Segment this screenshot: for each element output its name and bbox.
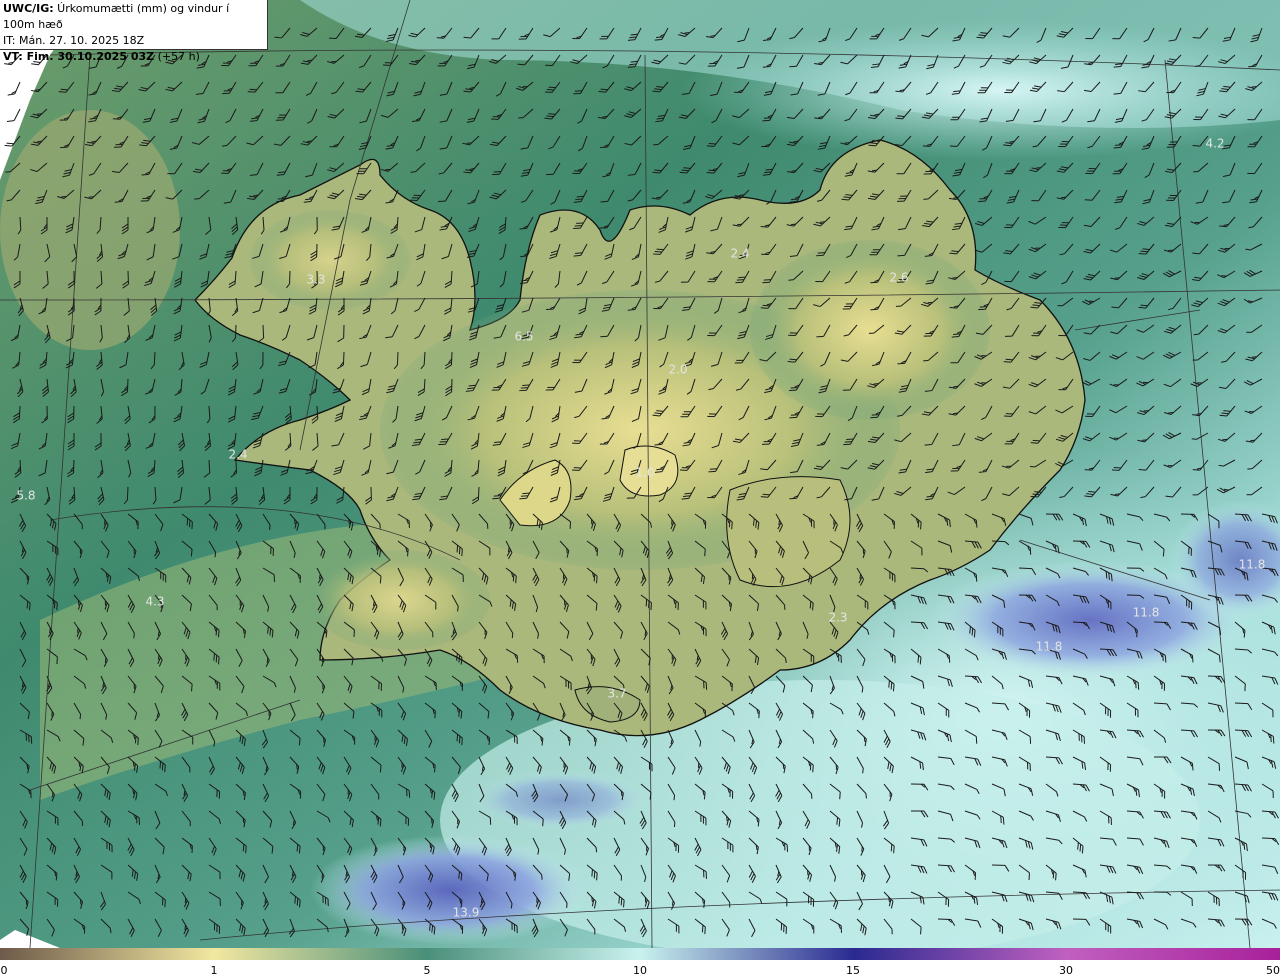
init-time: IT: Mán. 27. 10. 2025 18Z: [3, 34, 145, 47]
precipitation-map: 4.2 3.3 2.4 2.6 6.5 2.0 5.8 2.4 1.0 4.3 11.8 11.8 11…: [0, 0, 1280, 948]
value-label: 3.3: [306, 273, 325, 287]
value-label: 2.3: [828, 611, 847, 625]
colorbar-tick-label: 0: [0, 964, 8, 977]
value-label: 3.7: [607, 687, 626, 701]
value-label: 11.8: [1239, 558, 1266, 572]
value-label: 13.9: [453, 906, 480, 920]
value-label: 5.8: [16, 489, 35, 503]
value-label: 1.0: [635, 466, 654, 480]
colorbar-tick-label: 50: [1266, 964, 1280, 977]
map-header: UWC/IG: Úrkomumætti (mm) og vindur í 100…: [0, 0, 268, 63]
forecast-hour: (+57 h): [154, 50, 200, 63]
colorbar-tick-label: 5: [423, 964, 431, 977]
value-label: 11.8: [1133, 606, 1160, 620]
value-label: 11.8: [1036, 640, 1063, 654]
colorbar-strip: [0, 948, 1280, 960]
colorbar-tick-label: 30: [1059, 964, 1073, 977]
value-label: 2.0: [668, 363, 687, 377]
value-label: 2.4: [730, 247, 749, 261]
colorbar: 0 1 5 10 15 30 50: [0, 948, 1280, 978]
model-id: UWC/IG:: [3, 2, 54, 15]
value-label: 4.2: [1205, 137, 1224, 151]
colorbar-tick-label: 15: [846, 964, 860, 977]
value-label: 2.4: [228, 448, 247, 462]
colorbar-tick-label: 10: [633, 964, 647, 977]
value-label: 4.3: [145, 595, 164, 609]
value-label: 6.5: [514, 330, 533, 344]
valid-time: VT: Fim. 30.10.2025 03Z: [3, 50, 155, 63]
colorbar-gradient: [0, 948, 1280, 960]
value-label: 2.6: [889, 271, 908, 285]
colorbar-tick-label: 1: [210, 964, 218, 977]
